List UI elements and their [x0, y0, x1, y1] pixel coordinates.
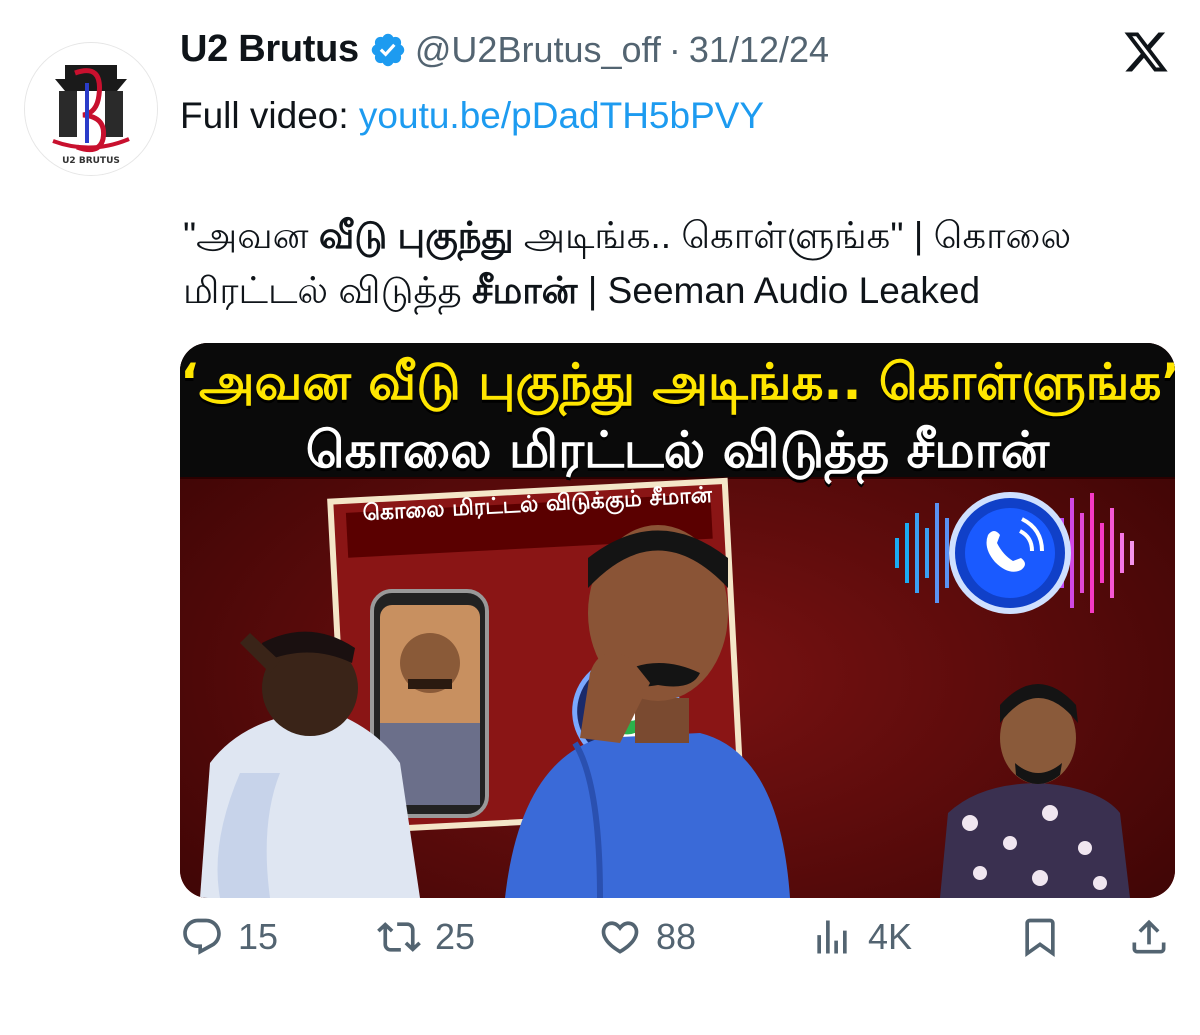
repost-count: 25 [435, 916, 476, 957]
like-count: 88 [656, 916, 697, 957]
video-title[interactable]: "அவன வீடு புகுந்து அடிங்க.. கொள்ளுங்க" |… [183, 208, 1183, 318]
repost-button[interactable]: 25 [377, 915, 475, 959]
bookmark-icon [1025, 918, 1055, 958]
author-avatar[interactable]: U2 BRUTUS [24, 42, 158, 176]
thumbnail-headline: ‘அவன வீடு புகுந்து அடிங்க.. கொள்ளுங்க’ [180, 353, 1175, 411]
avatar-label: U2 BRUTUS [62, 156, 120, 166]
bookmark-button[interactable] [1018, 915, 1062, 959]
thumbnail-subheadline: கொலை மிரட்டல் விடுத்த சீமான் [305, 421, 1050, 479]
x-logo-icon [1124, 32, 1168, 72]
share-icon [1132, 919, 1166, 954]
views-icon [817, 920, 847, 954]
tweet-header: U2 Brutus @U2Brutus_off · 31/12/24 [180, 28, 829, 71]
like-button[interactable]: 88 [598, 915, 696, 959]
author-name[interactable]: U2 Brutus [180, 28, 359, 71]
reply-count: 15 [238, 916, 279, 957]
tweet-text-prefix: Full video: [180, 95, 359, 136]
verified-badge-icon [371, 33, 405, 66]
video-title-part: "அவன [183, 215, 319, 256]
video-title-part: | Seeman Audio Leaked [577, 270, 981, 311]
video-title-bold: வீடு புகுந்து [318, 215, 514, 256]
repost-icon [377, 922, 421, 952]
video-title-bold: சீமான் [472, 270, 578, 311]
views-button[interactable]: 4K [810, 915, 912, 959]
views-count: 4K [868, 916, 913, 957]
separator-dot: · [668, 28, 681, 70]
u2-brutus-logo: U2 BRUTUS [25, 43, 157, 175]
tweet-text: Full video: youtu.be/pDadTH5bPVY [180, 95, 764, 137]
video-link[interactable]: youtu.be/pDadTH5bPVY [359, 95, 764, 136]
video-thumbnail[interactable]: ‘அவன வீடு புகுந்து அடிங்க.. கொள்ளுங்க’ க… [180, 343, 1175, 898]
reply-icon [183, 918, 221, 955]
tweet-actions: 15 25 88 4K [180, 915, 1175, 985]
reply-button[interactable]: 15 [180, 915, 278, 959]
share-button[interactable] [1127, 915, 1171, 959]
tweet-date[interactable]: 31/12/24 [689, 29, 829, 71]
heart-icon [601, 921, 639, 954]
author-handle[interactable]: @U2Brutus_off [415, 29, 661, 71]
